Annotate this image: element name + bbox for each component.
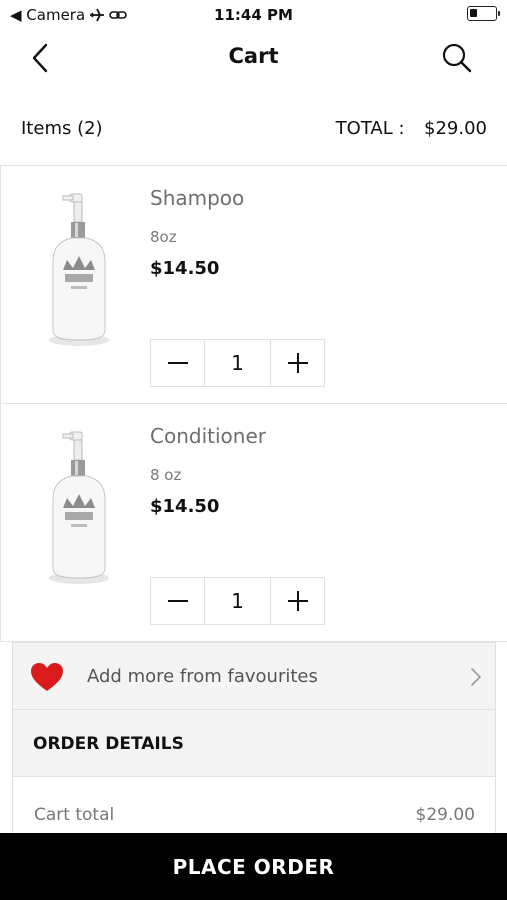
increase-quantity-button[interactable] xyxy=(271,578,324,624)
item-name: Conditioner xyxy=(150,424,266,448)
status-time: 11:44 PM xyxy=(214,6,293,24)
battery-level xyxy=(470,9,478,17)
heart-icon xyxy=(31,663,63,691)
chevron-right-icon xyxy=(471,668,482,686)
order-details-title: ORDER DETAILS xyxy=(33,734,184,754)
items-count: Items (2) xyxy=(21,118,103,139)
search-button[interactable] xyxy=(439,40,475,76)
status-bar: ◀ Camera 11:44 PM xyxy=(0,0,507,30)
decrease-quantity-button[interactable] xyxy=(151,340,204,386)
add-from-favourites-row[interactable]: Add more from favourites xyxy=(12,642,496,710)
cart-summary: Items (2) TOTAL : $29.00 xyxy=(0,100,507,166)
cart-total-value: $29.00 xyxy=(415,805,475,825)
increase-quantity-button[interactable] xyxy=(271,340,324,386)
item-price: $14.50 xyxy=(150,496,220,517)
conditioner-bottle-image xyxy=(49,431,109,584)
total-value: $29.00 xyxy=(424,118,487,139)
cart-total-row: Cart total $29.00 xyxy=(13,777,495,834)
page-title: Cart xyxy=(228,44,279,68)
plus-icon xyxy=(287,591,308,611)
total-label: TOTAL : xyxy=(335,118,405,139)
cart-total-header: TOTAL : $29.00 xyxy=(336,118,487,139)
battery-icon xyxy=(467,6,500,21)
favourites-label: Add more from favourites xyxy=(87,666,318,687)
decrease-quantity-button[interactable] xyxy=(151,578,204,624)
item-price: $14.50 xyxy=(150,258,220,279)
item-size: 8 oz xyxy=(150,466,182,484)
minus-icon xyxy=(167,600,188,602)
nav-bar: Cart xyxy=(0,30,507,86)
quantity-value[interactable]: 1 xyxy=(204,578,271,624)
order-details-section: ORDER DETAILS Cart total $29.00 xyxy=(12,710,496,834)
place-order-button[interactable]: PLACE ORDER xyxy=(0,833,507,900)
search-icon xyxy=(442,43,472,73)
item-name: Shampoo xyxy=(150,186,245,210)
cart-item: Conditioner 8 oz $14.50 1 xyxy=(0,404,507,642)
item-size: 8oz xyxy=(150,228,177,246)
quantity-value[interactable]: 1 xyxy=(204,340,271,386)
minus-icon xyxy=(167,362,188,364)
shampoo-bottle-image xyxy=(49,193,109,346)
quantity-stepper: 1 xyxy=(150,577,325,625)
cart-item: Shampoo 8oz $14.50 1 xyxy=(0,166,507,404)
quantity-stepper: 1 xyxy=(150,339,325,387)
plus-icon xyxy=(287,353,308,373)
cart-total-label: Cart total xyxy=(34,805,115,825)
